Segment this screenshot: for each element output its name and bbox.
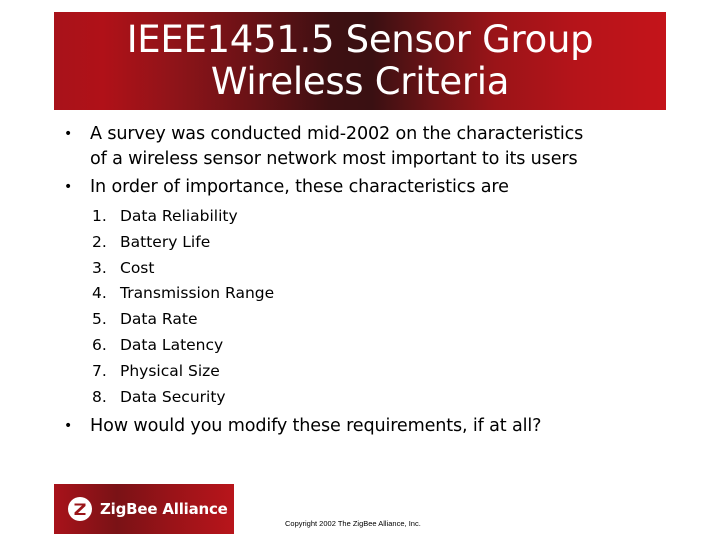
- list-item-number: 2.: [92, 232, 107, 251]
- bullet-icon: •: [63, 418, 73, 435]
- logo-text: ZigBee Alliance: [100, 500, 228, 518]
- bullet-text-line: A survey was conducted mid-2002 on the c…: [90, 124, 584, 144]
- list-item-label: Data Rate: [120, 310, 198, 329]
- list-item: 7. Physical Size: [92, 359, 678, 385]
- slide-title-line-1: IEEE1451.5 Sensor Group: [126, 18, 594, 61]
- list-item-label: Data Reliability: [120, 207, 238, 225]
- list-item: 5. Data Rate: [92, 307, 678, 333]
- list-item-label: Physical Size: [120, 361, 220, 380]
- list-item-number: 3.: [92, 258, 107, 277]
- list-item-number: 4.: [92, 284, 107, 303]
- list-item-number: 6.: [92, 335, 107, 354]
- list-item-label: Cost: [120, 258, 155, 277]
- copyright-notice: Copyright 2002 The ZigBee Alliance, Inc.: [285, 519, 421, 528]
- list-item-label: Transmission Range: [120, 284, 275, 303]
- bullet-icon: •: [63, 126, 73, 142]
- list-item: 1. Data Reliability: [92, 204, 678, 230]
- list-item-number: 7.: [92, 361, 107, 380]
- list-item-label: Battery Life: [120, 232, 211, 251]
- slide-content: • A survey was conducted mid-2002 on the…: [58, 122, 678, 439]
- list-item: 3. Cost: [92, 256, 678, 282]
- list-item-label: Data Latency: [120, 335, 224, 354]
- bullet-question: • How would you modify these requirement…: [58, 414, 678, 439]
- bullet-survey: • A survey was conducted mid-2002 on the…: [58, 122, 678, 172]
- list-item: 2. Battery Life: [92, 230, 678, 256]
- zigbee-z-icon: [68, 497, 92, 521]
- bullet-text-line: of a wireless sensor network most import…: [90, 149, 578, 169]
- ranked-characteristics-list: 1. Data Reliability 2. Battery Life 3. Cost…: [58, 204, 678, 410]
- zigbee-alliance-logo: ZigBee Alliance: [54, 484, 234, 534]
- list-item-number: 8.: [92, 387, 107, 406]
- list-item: 6. Data Latency: [92, 333, 678, 359]
- list-item: 4. Transmission Range: [92, 281, 678, 307]
- title-banner: IEEE1451.5 Sensor Group Wireless Criteri…: [54, 12, 666, 110]
- list-item-label: Data Security: [120, 387, 226, 406]
- slide-title-line-2: Wireless Criteria: [210, 60, 510, 103]
- list-item-number: 5.: [92, 310, 107, 329]
- list-item-number: 1.: [92, 207, 107, 225]
- list-item: 8. Data Security: [92, 385, 678, 411]
- bullet-text-line: In order of importance, these characteri…: [90, 177, 509, 197]
- bullet-text-line: How would you modify these requirements,…: [90, 416, 542, 437]
- bullet-icon: •: [63, 179, 73, 195]
- bullet-importance: • In order of importance, these characte…: [58, 175, 678, 200]
